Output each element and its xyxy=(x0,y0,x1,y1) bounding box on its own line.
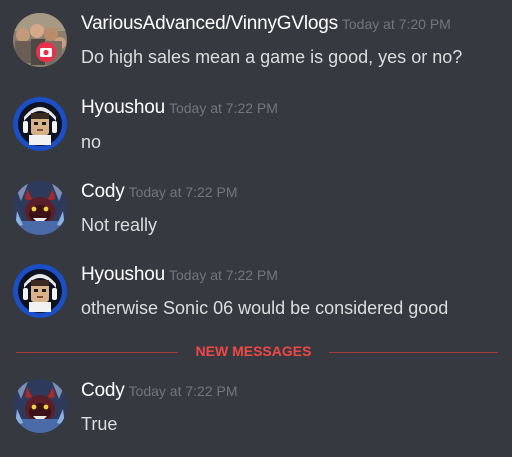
author-name[interactable]: Hyoushou xyxy=(81,264,165,285)
timestamp: Today at 7:22 PM xyxy=(128,383,238,399)
red-horned-character-avatar xyxy=(13,181,67,235)
divider-line xyxy=(329,352,498,353)
timestamp: Today at 7:22 PM xyxy=(168,267,278,283)
timestamp: Today at 7:20 PM xyxy=(341,16,451,32)
message-text: Not really xyxy=(81,215,158,235)
avatar[interactable] xyxy=(13,181,67,235)
message-text: no xyxy=(81,132,102,152)
timestamp: Today at 7:22 PM xyxy=(128,184,238,200)
avatar[interactable] xyxy=(13,379,67,433)
avatar[interactable] xyxy=(13,97,67,151)
message-text: Do high sales mean a game is good, yes o… xyxy=(81,47,463,67)
message-text: otherwise Sonic 06 would be considered g… xyxy=(81,298,449,318)
blue-ring-helmet-avatar xyxy=(13,264,67,318)
avatar[interactable] xyxy=(13,13,67,67)
new-messages-label: NEW MESSAGES xyxy=(195,343,312,359)
red-horned-character-avatar xyxy=(13,379,67,433)
author-name[interactable]: Cody xyxy=(81,181,125,202)
author-name[interactable]: Hyoushou xyxy=(81,97,165,118)
divider-line xyxy=(16,352,178,353)
avatar[interactable] xyxy=(13,264,67,318)
author-name[interactable]: Cody xyxy=(81,380,125,401)
timestamp: Today at 7:22 PM xyxy=(168,100,278,116)
chat-messages: VariousAdvanced/VinnyGVlogs Today at 7:20… xyxy=(0,0,512,457)
crowd-with-camera-badge-avatar xyxy=(13,13,67,67)
author-name[interactable]: VariousAdvanced/VinnyGVlogs xyxy=(81,13,338,34)
new-messages-divider: NEW MESSAGES xyxy=(16,342,498,362)
blue-ring-helmet-avatar xyxy=(13,97,67,151)
message-text: True xyxy=(81,414,118,434)
